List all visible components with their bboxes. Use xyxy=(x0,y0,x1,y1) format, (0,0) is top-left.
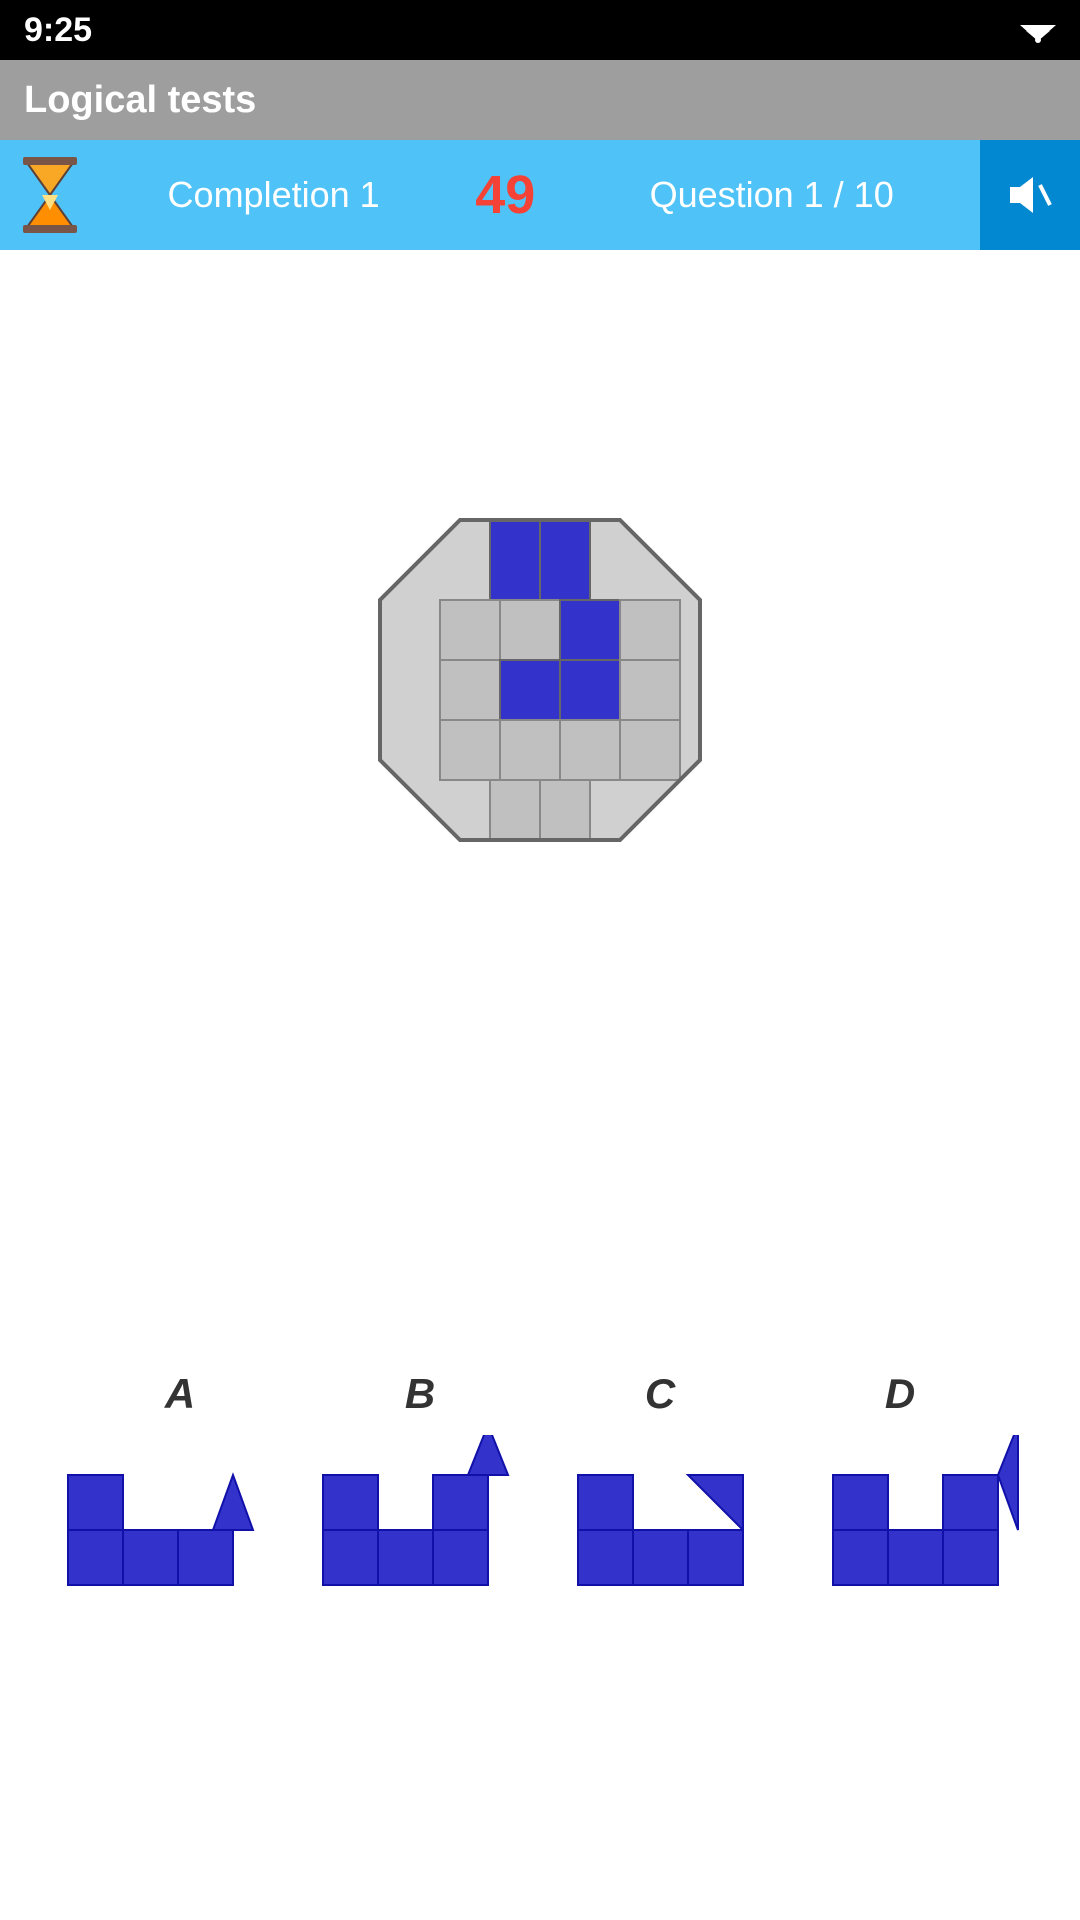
hourglass-area xyxy=(0,140,100,250)
option-label-c: C xyxy=(550,1370,770,1418)
sound-icon xyxy=(1005,170,1055,220)
options-images-row xyxy=(0,1430,1080,1630)
option-d[interactable] xyxy=(813,1430,1033,1630)
option-c[interactable] xyxy=(558,1430,778,1630)
option-label-d: D xyxy=(790,1370,1010,1418)
question-display: Question 1 / 10 xyxy=(563,174,980,216)
completion-display: Completion 1 xyxy=(100,174,447,216)
time-display: 9:25 xyxy=(24,11,92,50)
hourglass-icon xyxy=(20,155,80,235)
status-bar: 9:25 xyxy=(0,0,1080,60)
option-a[interactable] xyxy=(48,1430,268,1630)
option-b-svg xyxy=(313,1435,513,1625)
main-area: A B C D xyxy=(0,510,1080,1920)
option-b[interactable] xyxy=(303,1430,523,1630)
app-header: Logical tests xyxy=(0,60,1080,140)
info-bar: Completion 1 49 Question 1 / 10 xyxy=(0,140,1080,250)
main-puzzle xyxy=(370,510,710,850)
option-d-svg xyxy=(823,1435,1023,1625)
puzzle-container xyxy=(0,510,1080,850)
option-label-b: B xyxy=(310,1370,530,1418)
option-c-svg xyxy=(568,1435,768,1625)
sound-area[interactable] xyxy=(980,140,1080,250)
option-a-svg xyxy=(58,1435,258,1625)
option-label-a: A xyxy=(70,1370,290,1418)
app-title: Logical tests xyxy=(24,79,256,122)
wifi-icon xyxy=(1020,17,1056,43)
timer-display: 49 xyxy=(447,164,563,226)
option-labels-row: A B C D xyxy=(0,1370,1080,1418)
